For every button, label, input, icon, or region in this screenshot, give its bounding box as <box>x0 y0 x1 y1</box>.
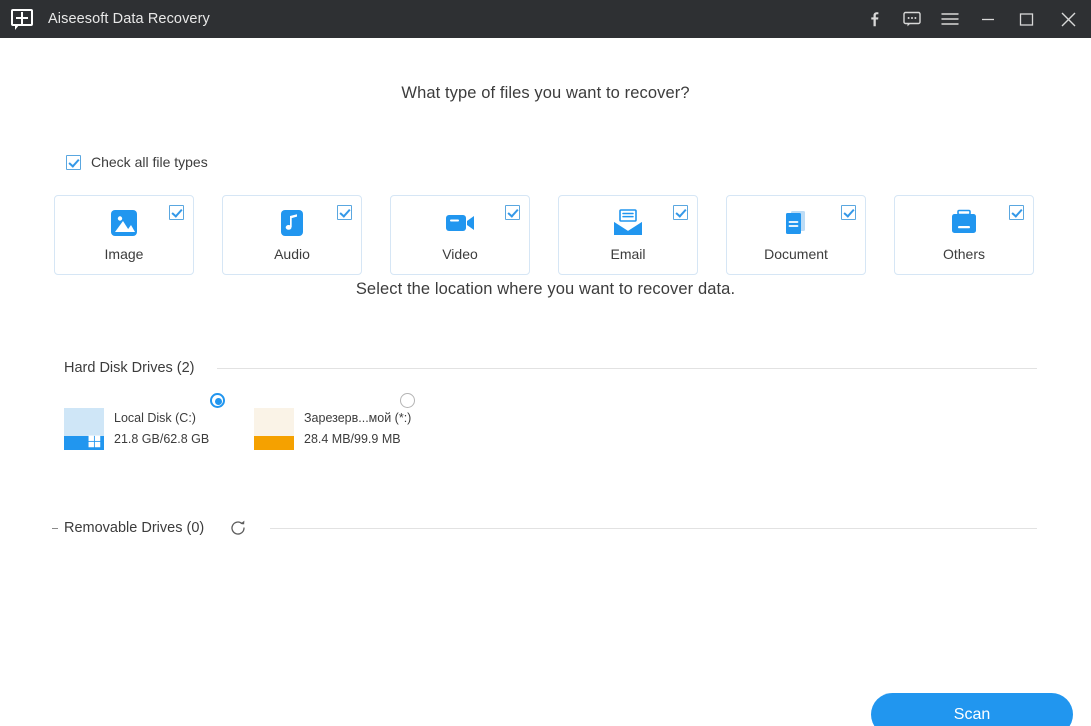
image-icon <box>107 208 141 238</box>
email-checkbox[interactable] <box>673 205 688 220</box>
collapse-indicator <box>52 527 58 529</box>
document-icon <box>779 208 813 238</box>
check-all-label: Check all file types <box>91 154 208 170</box>
section-removable-drives: Removable Drives (0) <box>52 518 1037 538</box>
page-title-location: Select the location where you want to re… <box>355 280 736 298</box>
drive-name: Local Disk (C:) <box>114 411 196 425</box>
main-content: What type of files you want to recover? … <box>0 38 1091 726</box>
drive-size: 21.8 GB/62.8 GB <box>114 432 210 446</box>
file-type-card-audio[interactable]: Audio <box>222 195 362 275</box>
email-icon <box>611 208 645 238</box>
title-bar: Aiseesoft Data Recovery <box>0 0 1091 38</box>
speech-bubble-plus-icon <box>10 7 34 31</box>
video-checkbox[interactable] <box>505 205 520 220</box>
drive-info: Зарезерв...мой (*:) 28.4 MB/99.9 MB <box>304 411 411 446</box>
file-type-card-email[interactable]: Email <box>558 195 698 275</box>
maximize-icon[interactable] <box>1007 0 1045 38</box>
drive-radio[interactable] <box>400 393 415 408</box>
windows-logo-icon <box>88 435 101 448</box>
menu-hamburger-icon[interactable] <box>931 0 969 38</box>
audio-icon <box>275 208 309 238</box>
minimize-icon[interactable] <box>969 0 1007 38</box>
check-all-checkbox[interactable] <box>66 154 81 170</box>
refresh-icon[interactable] <box>228 518 248 538</box>
section-hard-disk-drives: Hard Disk Drives (2) <box>64 360 1037 376</box>
section-divider <box>270 527 1037 529</box>
scan-button[interactable]: Scan <box>871 693 1073 726</box>
removable-drives-label: Removable Drives (0) <box>64 520 205 536</box>
file-type-card-document[interactable]: Document <box>726 195 866 275</box>
file-type-label: Others <box>942 246 985 262</box>
document-checkbox[interactable] <box>841 205 856 220</box>
drive-info: Local Disk (C:) 21.8 GB/62.8 GB <box>114 411 209 446</box>
file-type-card-image[interactable]: Image <box>54 195 194 275</box>
others-checkbox[interactable] <box>1009 205 1024 220</box>
file-type-label: Video <box>442 246 478 262</box>
file-type-card-video[interactable]: Video <box>390 195 530 275</box>
page-title-filetypes: What type of files you want to recover? <box>401 84 690 102</box>
section-divider <box>216 367 1037 369</box>
file-type-card-list: Image Audio Video Email Document Others <box>54 195 1034 275</box>
drive-icon <box>64 408 104 450</box>
drive-item-reserved[interactable]: Зарезерв...мой (*:) 28.4 MB/99.9 MB <box>254 393 444 450</box>
drive-icon <box>254 408 294 450</box>
facebook-icon[interactable] <box>855 0 893 38</box>
check-all-file-types-row[interactable]: Check all file types <box>66 154 208 170</box>
drive-name: Зарезерв...мой (*:) <box>304 411 412 425</box>
others-icon <box>947 208 981 238</box>
close-icon[interactable] <box>1045 0 1091 38</box>
window-controls <box>855 0 1091 38</box>
feedback-bubble-icon[interactable] <box>893 0 931 38</box>
drive-size: 28.4 MB/99.9 MB <box>304 432 401 446</box>
file-type-label: Document <box>764 246 828 262</box>
audio-checkbox[interactable] <box>337 205 352 220</box>
drive-item-local-disk-c[interactable]: Local Disk (C:) 21.8 GB/62.8 GB <box>64 393 254 450</box>
file-type-label: Image <box>104 246 144 262</box>
image-checkbox[interactable] <box>169 205 184 220</box>
hard-disk-drives-label: Hard Disk Drives (2) <box>64 360 195 376</box>
drive-list: Local Disk (C:) 21.8 GB/62.8 GB Зарезерв… <box>64 393 444 450</box>
video-icon <box>443 208 477 238</box>
app-title: Aiseesoft Data Recovery <box>48 11 210 27</box>
file-type-card-others[interactable]: Others <box>894 195 1034 275</box>
file-type-label: Audio <box>274 246 310 262</box>
drive-radio[interactable] <box>210 393 225 408</box>
file-type-label: Email <box>610 246 646 262</box>
